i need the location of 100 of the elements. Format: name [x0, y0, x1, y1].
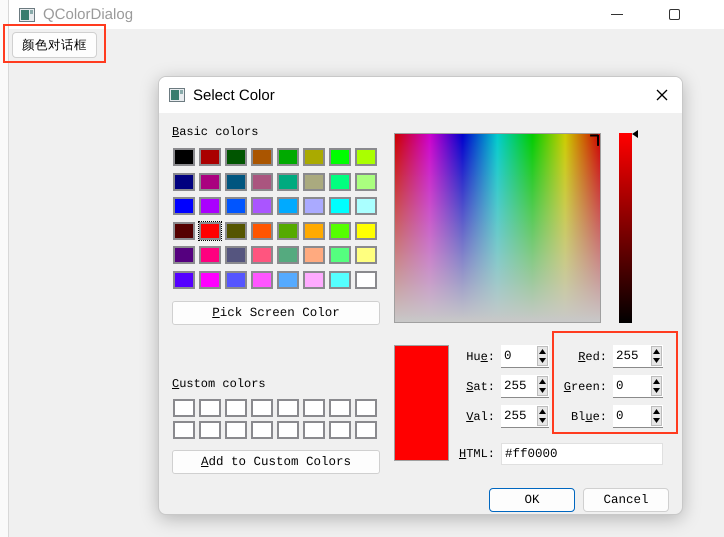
field-label: Red:: [577, 350, 607, 364]
spin-box[interactable]: 0: [613, 375, 663, 398]
app-icon: [169, 88, 185, 102]
down-arrow-icon[interactable]: [538, 356, 547, 365]
up-arrow-icon[interactable]: [538, 377, 547, 386]
custom-color-slot[interactable]: [277, 420, 299, 438]
down-arrow-icon[interactable]: [538, 386, 547, 395]
color-swatch[interactable]: [224, 147, 248, 167]
color-swatch[interactable]: [354, 147, 378, 167]
spin-box[interactable]: 255: [613, 345, 663, 368]
hue-saturation-spectrum[interactable]: [394, 133, 601, 323]
custom-color-slot[interactable]: [277, 398, 299, 416]
up-arrow-icon[interactable]: [538, 347, 547, 356]
color-swatch[interactable]: [354, 245, 378, 265]
color-swatch[interactable]: [224, 220, 248, 240]
color-swatch[interactable]: [302, 196, 326, 216]
custom-color-slot[interactable]: [355, 398, 377, 416]
custom-color-slot[interactable]: [355, 420, 377, 438]
spin-box[interactable]: 0: [613, 405, 663, 428]
custom-colors-label: Custom colors: [172, 376, 267, 390]
color-swatch[interactable]: [224, 245, 248, 265]
color-swatch[interactable]: [276, 196, 300, 216]
dialog-button[interactable]: OK: [489, 488, 575, 512]
up-arrow-icon[interactable]: [652, 347, 661, 356]
color-swatch[interactable]: [354, 172, 378, 192]
color-swatch[interactable]: [302, 147, 326, 167]
down-arrow-icon[interactable]: [652, 356, 661, 365]
custom-color-slot[interactable]: [303, 398, 325, 416]
color-swatch[interactable]: [198, 196, 222, 216]
color-swatch[interactable]: [224, 270, 248, 290]
color-swatch[interactable]: [172, 147, 196, 167]
down-arrow-icon[interactable]: [538, 416, 547, 425]
window-title: QColorDialog: [43, 6, 134, 23]
up-arrow-icon[interactable]: [538, 407, 547, 416]
color-swatch[interactable]: [328, 270, 352, 290]
color-swatch[interactable]: [172, 196, 196, 216]
down-arrow-icon[interactable]: [652, 416, 661, 425]
color-swatch[interactable]: [250, 147, 274, 167]
color-swatch[interactable]: [250, 270, 274, 290]
color-swatch[interactable]: [328, 147, 352, 167]
color-swatch[interactable]: [354, 220, 378, 240]
custom-color-slot[interactable]: [329, 420, 351, 438]
dialog-button[interactable]: Cancel: [583, 488, 669, 512]
color-swatch[interactable]: [328, 220, 352, 240]
color-swatch[interactable]: [172, 220, 196, 240]
custom-color-slot[interactable]: [173, 420, 195, 438]
value-slider-handle[interactable]: [632, 130, 638, 138]
color-swatch[interactable]: [172, 172, 196, 192]
color-swatch[interactable]: [198, 220, 222, 240]
dialog-title: Select Color: [193, 86, 275, 104]
up-arrow-icon[interactable]: [652, 377, 661, 386]
color-swatch[interactable]: [224, 172, 248, 192]
color-swatch[interactable]: [250, 172, 274, 192]
custom-color-slot[interactable]: [251, 420, 273, 438]
close-icon[interactable]: [656, 89, 668, 101]
color-swatch[interactable]: [172, 245, 196, 265]
minimize-icon[interactable]: [611, 14, 623, 16]
custom-color-slot[interactable]: [303, 420, 325, 438]
spin-box[interactable]: 255: [501, 375, 549, 398]
custom-color-slot[interactable]: [251, 398, 273, 416]
color-swatch[interactable]: [302, 220, 326, 240]
color-swatch[interactable]: [276, 147, 300, 167]
color-swatch[interactable]: [250, 196, 274, 216]
color-swatch[interactable]: [198, 270, 222, 290]
color-swatch[interactable]: [302, 245, 326, 265]
color-swatch[interactable]: [302, 172, 326, 192]
color-swatch[interactable]: [302, 270, 326, 290]
spin-box[interactable]: 255: [501, 405, 549, 428]
pick-screen-color-button[interactable]: Pick Screen Color: [172, 300, 380, 324]
up-arrow-icon[interactable]: [652, 407, 661, 416]
color-swatch[interactable]: [276, 245, 300, 265]
color-swatch[interactable]: [354, 196, 378, 216]
html-label: HTML:: [458, 447, 495, 461]
html-field[interactable]: #ff0000: [501, 443, 663, 465]
color-swatch[interactable]: [276, 270, 300, 290]
spin-box[interactable]: 0: [501, 345, 549, 368]
color-swatch[interactable]: [172, 270, 196, 290]
custom-color-slot[interactable]: [225, 420, 247, 438]
color-swatch[interactable]: [328, 196, 352, 216]
color-swatch[interactable]: [276, 172, 300, 192]
custom-color-slot[interactable]: [199, 398, 221, 416]
color-swatch[interactable]: [198, 172, 222, 192]
color-swatch[interactable]: [198, 245, 222, 265]
color-swatch[interactable]: [198, 147, 222, 167]
down-arrow-icon[interactable]: [652, 386, 661, 395]
color-swatch[interactable]: [328, 245, 352, 265]
color-swatch[interactable]: [250, 220, 274, 240]
maximize-icon[interactable]: [669, 9, 680, 20]
color-swatch[interactable]: [354, 270, 378, 290]
custom-color-slot[interactable]: [225, 398, 247, 416]
custom-color-slot[interactable]: [173, 398, 195, 416]
value-slider[interactable]: [619, 133, 638, 323]
color-swatch[interactable]: [224, 196, 248, 216]
color-swatch[interactable]: [276, 220, 300, 240]
custom-color-slot[interactable]: [329, 398, 351, 416]
color-swatch[interactable]: [328, 172, 352, 192]
color-swatch[interactable]: [250, 245, 274, 265]
color-dialog-button[interactable]: 颜色对话框: [12, 32, 97, 58]
custom-color-slot[interactable]: [199, 420, 221, 438]
add-custom-colors-button[interactable]: Add to Custom Colors: [172, 450, 380, 474]
